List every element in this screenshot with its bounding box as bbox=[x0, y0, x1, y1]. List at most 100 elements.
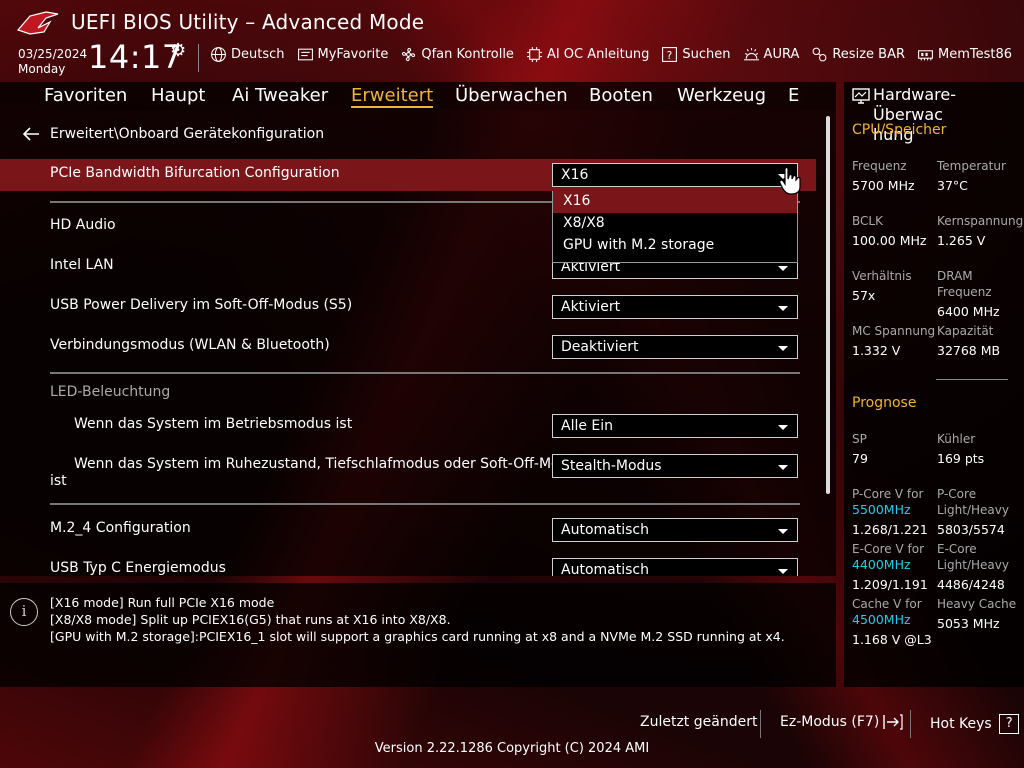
scrollbar[interactable] bbox=[826, 116, 830, 494]
pcore-v-freq: 5500MHz bbox=[852, 502, 911, 517]
mc-voltage-label: MC Spannung bbox=[852, 324, 936, 338]
usb-c-value: Automatisch bbox=[561, 562, 649, 576]
tab-booten[interactable]: Booten bbox=[589, 85, 653, 106]
help-line: [GPU with M.2 storage]:PCIEX16_1 slot wi… bbox=[50, 629, 785, 644]
toolbar-memtest[interactable]: MemTest86 bbox=[917, 46, 1012, 63]
hw-divider bbox=[936, 379, 1008, 380]
aura-icon bbox=[743, 48, 759, 61]
last-changed-button[interactable]: Zuletzt geändert bbox=[640, 714, 757, 730]
toolbar-ai-oc-label: AI OC Anleitung bbox=[546, 47, 650, 62]
breadcrumb: Erweitert\Onboard Gerätekonfiguration bbox=[22, 126, 324, 142]
intel-lan-label: Intel LAN bbox=[50, 257, 114, 273]
ecore-lh-value: 4486/4248 bbox=[937, 577, 1005, 592]
clock: 14:17 bbox=[88, 38, 183, 76]
pcore-lh-label-2: Light/Heavy bbox=[937, 503, 1009, 517]
chevron-down-icon bbox=[778, 266, 788, 271]
dropdown-option-gpu-m2[interactable]: GPU with M.2 storage bbox=[553, 235, 797, 257]
back-arrow-icon[interactable] bbox=[22, 127, 40, 141]
header: UEFI BIOS Utility – Advanced Mode 03/25/… bbox=[0, 0, 1024, 82]
hot-keys-label: Hot Keys bbox=[930, 716, 992, 732]
toolbar-myfavorite[interactable]: MyFavorite bbox=[297, 46, 389, 63]
toolbar-qfan[interactable]: Qfan Kontrolle bbox=[400, 46, 514, 63]
pcore-lh-label-1: P-Core bbox=[937, 487, 977, 501]
ez-mode-label: Ez-Modus (F7) bbox=[780, 714, 880, 730]
chevron-down-icon bbox=[778, 569, 788, 574]
pcore-v-value: 1.268/1.221 bbox=[852, 522, 928, 537]
ratio-value: 57x bbox=[852, 288, 876, 303]
tab-exit[interactable]: E bbox=[788, 85, 799, 106]
temp-label: Temperatur bbox=[937, 159, 1006, 173]
chevron-down-icon bbox=[778, 346, 788, 351]
version-text: Version 2.22.1286 Copyright (C) 2024 AMI bbox=[374, 741, 650, 756]
help-line: [X8/X8 mode] Split up PCIEX16(G5) that r… bbox=[50, 612, 451, 627]
hot-keys-button[interactable]: Hot Keys ? bbox=[930, 714, 1020, 734]
pcore-lh-value: 5803/5574 bbox=[937, 522, 1005, 537]
bclk-value: 100.00 MHz bbox=[852, 233, 927, 248]
help-panel: i [X16 mode] Run full PCIe X16 mode [X8/… bbox=[0, 583, 836, 687]
toolbar-qfan-label: Qfan Kontrolle bbox=[421, 47, 514, 62]
vcore-label: Kernspannung bbox=[937, 214, 1024, 228]
ecore-v-label: E-Core V for bbox=[852, 542, 925, 556]
sp-value: 79 bbox=[852, 451, 868, 466]
footer-separator bbox=[910, 710, 911, 738]
mc-voltage-value: 1.332 V bbox=[852, 343, 901, 358]
fan-icon bbox=[402, 47, 416, 62]
hardware-monitor-panel: Hardware-Überwac hung CPU/Speicher Frequ… bbox=[844, 82, 1024, 687]
tab-ueberwachen[interactable]: Überwachen bbox=[455, 85, 568, 106]
tab-favoriten[interactable]: Favoriten bbox=[44, 85, 127, 106]
search-help-icon: ? bbox=[662, 47, 678, 62]
monitor-icon bbox=[852, 88, 870, 104]
pcie-bifurcation-select[interactable]: X16 bbox=[552, 163, 798, 187]
ecore-v-value: 1.209/1.191 bbox=[852, 577, 928, 592]
conn-mode-select[interactable]: Deaktiviert bbox=[552, 335, 798, 359]
ez-mode-button[interactable]: Ez-Modus (F7) bbox=[780, 714, 903, 730]
ecore-lh-label-2: Light/Heavy bbox=[937, 558, 1009, 572]
toolbar-language[interactable]: Deutsch bbox=[210, 46, 285, 63]
chevron-down-icon bbox=[778, 465, 788, 470]
dram-value: 6400 MHz bbox=[937, 304, 1000, 319]
tab-werkzeug[interactable]: Werkzeug bbox=[677, 85, 766, 106]
usb-c-select[interactable]: Automatisch bbox=[552, 558, 798, 576]
info-icon: i bbox=[10, 598, 38, 626]
heavy-cache-label: Heavy Cache bbox=[937, 597, 1017, 611]
tab-haupt[interactable]: Haupt bbox=[151, 85, 205, 106]
toolbar-search[interactable]: ? Suchen bbox=[661, 46, 731, 63]
toolbar-aura-label: AURA bbox=[763, 47, 800, 62]
cooler-value: 169 pts bbox=[937, 451, 985, 466]
tab-ai-tweaker[interactable]: Ai Tweaker bbox=[232, 85, 328, 106]
usb-c-label: USB Typ C Energiemodus bbox=[50, 560, 226, 576]
cache-v-label: Cache V for bbox=[852, 597, 922, 611]
led-sleep-select[interactable]: Stealth-Modus bbox=[552, 454, 798, 478]
led-run-label: Wenn das System im Betriebsmodus ist bbox=[74, 416, 353, 432]
m2-4-label: M.2_4 Configuration bbox=[50, 520, 191, 536]
toolbar-aura[interactable]: AURA bbox=[743, 46, 800, 63]
m2-4-select[interactable]: Automatisch bbox=[552, 518, 798, 542]
freq-label: Frequenz bbox=[852, 159, 907, 173]
dropdown-option-x16[interactable]: X16 bbox=[553, 191, 797, 213]
pcore-v-label: P-Core V for bbox=[852, 487, 924, 501]
pcie-bifurcation-value: X16 bbox=[561, 167, 589, 183]
toolbar-ai-oc[interactable]: AI OC Anleitung bbox=[526, 46, 649, 63]
conn-mode-label: Verbindungsmodus (WLAN & Bluetooth) bbox=[50, 337, 330, 353]
toolbar-resize-bar[interactable]: Resize BAR bbox=[811, 46, 905, 63]
favorite-icon bbox=[297, 48, 313, 61]
led-run-select[interactable]: Alle Ein bbox=[552, 414, 798, 438]
toolbar-myfavorite-label: MyFavorite bbox=[317, 47, 389, 62]
ecore-lh-label-1: E-Core bbox=[937, 542, 977, 556]
usb-pd-label: USB Power Delivery im Soft-Off-Modus (S5… bbox=[50, 297, 353, 313]
usb-pd-select[interactable]: Aktiviert bbox=[552, 295, 798, 319]
app-title: UEFI BIOS Utility – Advanced Mode bbox=[71, 10, 425, 34]
section-divider bbox=[50, 503, 800, 505]
gear-icon[interactable]: ⚙ bbox=[170, 40, 186, 61]
tab-erweitert[interactable]: Erweitert bbox=[351, 85, 434, 108]
ecore-v-freq: 4400MHz bbox=[852, 557, 911, 572]
led-sleep-value: Stealth-Modus bbox=[561, 458, 662, 474]
help-line: [X16 mode] Run full PCIe X16 mode bbox=[50, 595, 275, 610]
dropdown-option-x8x8[interactable]: X8/X8 bbox=[553, 213, 797, 235]
toolbar: Deutsch MyFavorite Qfan Kontrolle AI OC … bbox=[210, 46, 1012, 63]
chevron-down-icon bbox=[778, 306, 788, 311]
settings-panel: Erweitert\Onboard Gerätekonfiguration PC… bbox=[0, 110, 836, 576]
help-key-icon: ? bbox=[999, 714, 1020, 734]
date-display: 03/25/2024 Monday bbox=[18, 47, 87, 77]
ai-chip-icon bbox=[527, 47, 542, 62]
